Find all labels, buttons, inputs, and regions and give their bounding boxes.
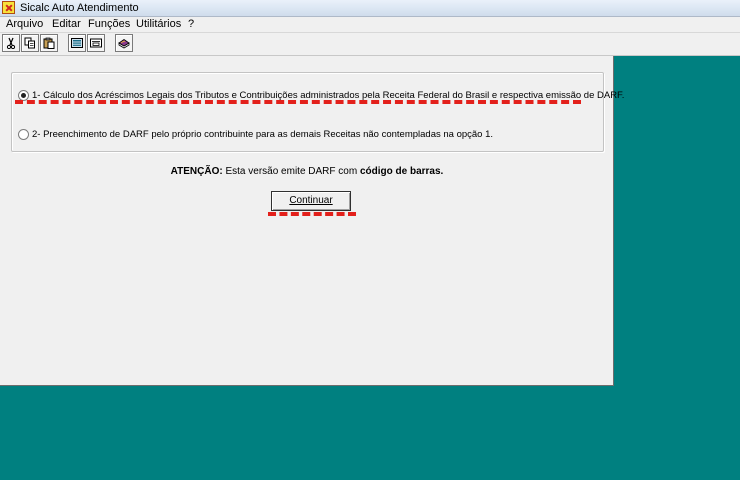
paste-button[interactable] <box>40 34 58 52</box>
notice-text: ATENÇÃO: Esta versão emite DARF com códi… <box>0 165 614 179</box>
cut-icon <box>6 37 16 49</box>
form-icon <box>90 38 102 48</box>
radio-unchecked[interactable] <box>18 129 29 140</box>
menu-utilitarios[interactable]: Utilitários <box>136 18 181 31</box>
form-button[interactable] <box>87 34 105 52</box>
notice-emphasis: código de barras. <box>359 166 444 177</box>
calculator-button[interactable] <box>68 34 86 52</box>
calculator-icon <box>71 38 83 48</box>
app-icon <box>2 1 15 14</box>
main-window: 1- Cálculo dos Acréscimos Legais dos Tri… <box>0 56 624 386</box>
window-title: Sicalc Auto Atendimento <box>20 2 139 14</box>
continuar-button[interactable]: Continuar <box>271 191 351 211</box>
menu-funcoes[interactable]: Funções <box>88 18 130 31</box>
annotation-dash-option-1 <box>15 100 581 104</box>
copy-button[interactable] <box>21 34 39 52</box>
menu-arquivo[interactable]: Arquivo <box>6 18 43 31</box>
help-book-icon <box>118 39 130 49</box>
title-bar: Sicalc Auto Atendimento <box>0 0 740 17</box>
notice-body: Esta versão emite DARF com <box>225 166 358 177</box>
help-book-button[interactable] <box>115 34 133 52</box>
option-2-label: 2- Preenchimento de DARF pelo próprio co… <box>32 129 494 140</box>
cut-button[interactable] <box>2 34 20 52</box>
copy-icon <box>24 37 35 49</box>
option-2-radio[interactable]: 2- Preenchimento de DARF pelo próprio co… <box>18 128 493 142</box>
menu-bar: Arquivo Editar Funções Utilitários ? <box>0 17 740 33</box>
menu-help[interactable]: ? <box>188 18 194 31</box>
options-groupbox: 1- Cálculo dos Acréscimos Legais dos Tri… <box>11 72 624 152</box>
toolbar <box>0 33 740 56</box>
menu-editar[interactable]: Editar <box>52 18 81 31</box>
notice-label: ATENÇÃO: <box>170 166 223 177</box>
annotation-dash-button <box>268 212 356 216</box>
paste-icon <box>43 37 55 49</box>
